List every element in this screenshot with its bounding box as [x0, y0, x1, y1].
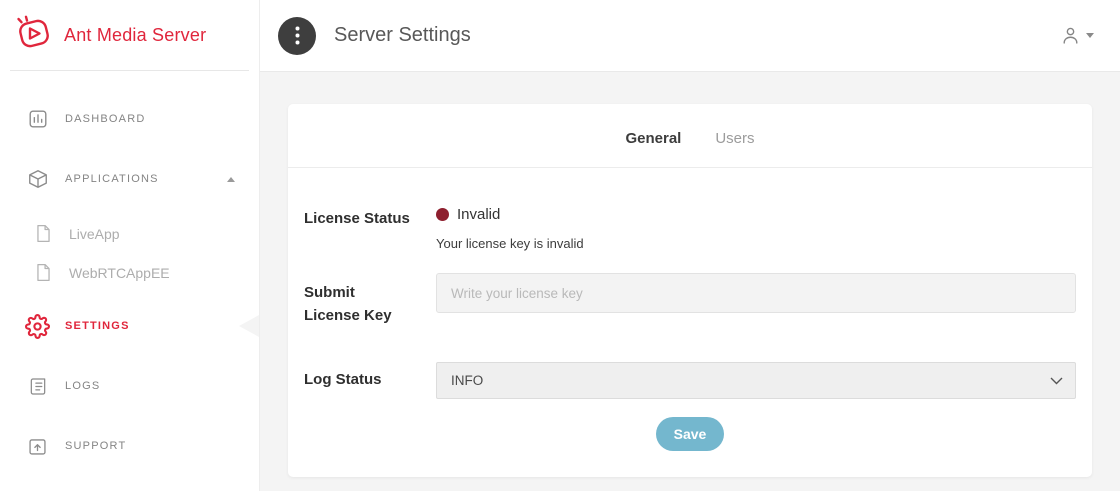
settings-card: General Users License Status Invalid You… — [288, 104, 1092, 477]
log-status-select[interactable]: INFO — [436, 362, 1076, 399]
file-icon — [30, 263, 57, 282]
chevron-up-icon — [227, 177, 235, 182]
license-status-description: Your license key is invalid — [436, 236, 1076, 251]
sidebar-item-applications[interactable]: APPLICATIONS — [0, 149, 259, 209]
license-key-input[interactable] — [436, 273, 1076, 313]
page-title: Server Settings — [334, 24, 1042, 47]
save-row: Save — [304, 417, 1076, 451]
header: Server Settings — [260, 0, 1120, 72]
license-key-row: Submit License Key — [304, 273, 1076, 327]
sidebar-item-webrtcappee[interactable]: WebRTCAppEE — [0, 253, 259, 292]
sidebar-item-label: DASHBOARD — [65, 113, 145, 125]
content-area: General Users License Status Invalid You… — [260, 72, 1120, 491]
status-dot-icon — [436, 208, 449, 221]
applications-icon — [24, 168, 51, 190]
active-item-notch — [239, 315, 259, 337]
file-icon — [30, 224, 57, 243]
server-settings-form: License Status Invalid Your license key … — [288, 168, 1092, 477]
user-icon — [1060, 25, 1081, 46]
brand-logo[interactable]: Ant Media Server — [0, 0, 259, 70]
license-key-label: Submit License Key — [304, 273, 436, 327]
log-status-select-wrap: INFO — [436, 362, 1076, 399]
tab-general[interactable]: General — [625, 130, 681, 147]
sidebar-item-label: LOGS — [65, 380, 100, 392]
sidebar: Ant Media Server DASHBOARD — [0, 0, 260, 491]
sidebar-divider — [10, 70, 249, 71]
license-status-line: Invalid — [436, 206, 1076, 223]
license-status-label: License Status — [304, 206, 436, 231]
log-status-row: Log Status INFO — [304, 362, 1076, 399]
sidebar-item-liveapp[interactable]: LiveApp — [0, 214, 259, 253]
sidebar-item-label: APPLICATIONS — [65, 173, 159, 185]
ant-media-logo-icon — [14, 15, 54, 56]
license-status-row: License Status Invalid Your license key … — [304, 206, 1076, 251]
sidebar-item-logs[interactable]: LOGS — [0, 356, 259, 416]
license-status-value: Invalid — [457, 206, 500, 223]
sidebar-item-label: SETTINGS — [65, 320, 130, 332]
app-root: Ant Media Server DASHBOARD — [0, 0, 1120, 491]
brand-name: Ant Media Server — [64, 25, 206, 46]
license-key-value-area — [436, 273, 1076, 313]
tab-users[interactable]: Users — [715, 130, 754, 147]
sidebar-item-label: SUPPORT — [65, 440, 126, 452]
kebab-menu-icon — [295, 26, 300, 45]
support-icon — [24, 436, 51, 457]
kebab-menu-button[interactable] — [278, 17, 316, 55]
sidebar-item-label: WebRTCAppEE — [69, 265, 170, 281]
sidebar-item-settings[interactable]: SETTINGS — [0, 296, 259, 356]
dashboard-icon — [24, 108, 51, 130]
gear-icon — [24, 314, 51, 339]
license-status-value-area: Invalid Your license key is invalid — [436, 206, 1076, 251]
user-menu-button[interactable] — [1060, 25, 1094, 46]
main-area: Server Settings General Users — [260, 0, 1120, 491]
logs-icon — [24, 376, 51, 397]
sidebar-item-dashboard[interactable]: DASHBOARD — [0, 89, 259, 149]
tab-bar: General Users — [288, 104, 1092, 168]
log-status-label: Log Status — [304, 369, 436, 392]
sidebar-item-support[interactable]: SUPPORT — [0, 416, 259, 476]
save-button[interactable]: Save — [656, 417, 725, 451]
chevron-down-icon — [1086, 33, 1094, 38]
sidebar-nav: DASHBOARD APPLICATIONS — [0, 89, 259, 476]
sidebar-item-label: LiveApp — [69, 226, 120, 242]
